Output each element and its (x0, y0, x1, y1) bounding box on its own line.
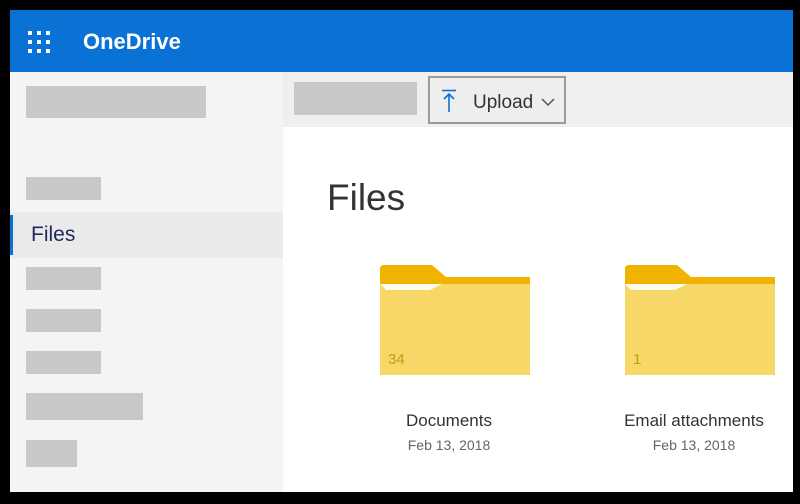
redacted-nav-item[interactable] (26, 440, 77, 467)
redacted-search-box (26, 86, 206, 118)
folder-icon (625, 265, 775, 375)
item-count: 1 (633, 351, 642, 368)
folder-tile-documents[interactable]: 34 Documents Feb 13, 2018 (364, 265, 534, 455)
folder-tile-email-attachments[interactable]: 1 Email attachments Feb 13, 2018 (609, 265, 779, 455)
sidebar-item-files[interactable]: Files (10, 212, 283, 258)
main-content: Files 34 Documents Feb 13, 2018 1 Email … (283, 127, 793, 492)
upload-button[interactable]: Upload (428, 76, 566, 124)
app-title[interactable]: OneDrive (83, 29, 181, 55)
app-launcher-icon[interactable] (28, 31, 50, 53)
upload-label: Upload (473, 92, 534, 113)
redacted-nav-item[interactable] (26, 267, 101, 290)
onedrive-window: OneDrive Files Upload Files 34 Documents… (10, 10, 793, 492)
top-bar: OneDrive (10, 10, 793, 72)
folder-name[interactable]: Documents (364, 411, 534, 431)
upload-arrow-icon (442, 89, 456, 112)
redacted-nav-item[interactable] (26, 177, 101, 200)
command-bar: Upload (283, 72, 793, 127)
redacted-nav-item[interactable] (26, 393, 143, 420)
selected-indicator (10, 215, 13, 255)
chevron-down-icon (541, 98, 555, 107)
page-title: Files (327, 177, 406, 218)
folder-date: Feb 13, 2018 (652, 437, 736, 453)
sidebar: Files (10, 72, 283, 492)
redacted-nav-item[interactable] (26, 351, 101, 374)
folder-name[interactable]: Email attachments (609, 411, 779, 431)
folder-date: Feb 13, 2018 (407, 437, 491, 453)
item-count: 34 (388, 351, 405, 368)
sidebar-item-label: Files (31, 223, 76, 246)
redacted-nav-item[interactable] (26, 309, 101, 332)
redacted-command[interactable] (294, 82, 417, 115)
